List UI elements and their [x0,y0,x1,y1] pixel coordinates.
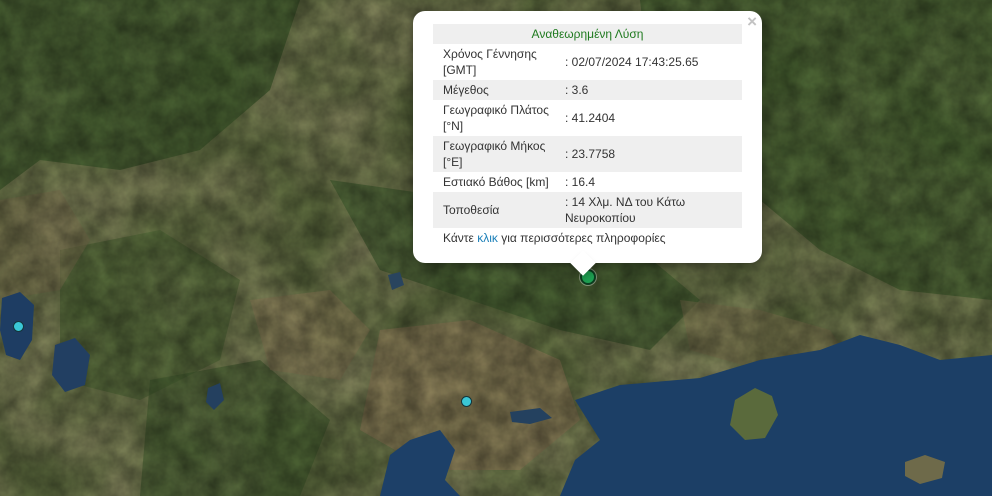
popup-footer: Κάντε κλικ για περισσότερες πληροφορίες [433,231,742,245]
satellite-map[interactable]: × Αναθεωρημένη Λύση Χρόνος Γέννησης [GMT… [0,0,992,496]
earthquake-marker[interactable] [461,396,472,407]
popup-content: Αναθεωρημένη Λύση Χρόνος Γέννησης [GMT] … [433,24,742,245]
row-label: Εστιακό Βάθος [km] [443,175,549,189]
row-value: : 16.4 [565,175,596,189]
footer-text-before: Κάντε [443,231,478,245]
table-row: Γεωγραφικό Μήκος [°E] : 23.7758 [433,136,742,172]
row-value: : 23.7758 [561,136,742,172]
row-value: : 14 Χλμ. ΝΔ του Κάτω Νευροκοπίου [561,192,742,228]
row-label: Γεωγραφικό Πλάτος [°N] [443,103,549,133]
row-value: : 02/07/2024 17:43:25.65 [565,55,699,69]
earthquake-marker[interactable] [13,321,24,332]
row-value: : 41.2404 [565,111,616,125]
footer-text-after: για περισσότερες πληροφορίες [497,231,666,245]
popup-title: Αναθεωρημένη Λύση [433,24,742,44]
row-label: Μέγεθος [433,80,561,100]
more-info-link[interactable]: κλικ [477,231,498,245]
row-label: Τοποθεσία [433,192,561,228]
table-row: Εστιακό Βάθος [km] : 16.4 [433,172,742,192]
table-row: Τοποθεσία : 14 Χλμ. ΝΔ του Κάτω Νευροκοπ… [433,192,742,228]
earthquake-details-table: Χρόνος Γέννησης [GMT] : 02/07/2024 17:43… [433,44,742,228]
table-row: Χρόνος Γέννησης [GMT] : 02/07/2024 17:43… [433,44,742,80]
close-icon[interactable]: × [747,13,757,31]
row-label: Χρόνος Γέννησης [GMT] [443,47,537,77]
earthquake-info-popup: × Αναθεωρημένη Λύση Χρόνος Γέννησης [GMT… [413,11,762,276]
row-value: : 3.6 [561,80,742,100]
table-row: Μέγεθος : 3.6 [433,80,742,100]
table-row: Γεωγραφικό Πλάτος [°N] : 41.2404 [433,100,742,136]
row-label: Γεωγραφικό Μήκος [°E] [433,136,561,172]
